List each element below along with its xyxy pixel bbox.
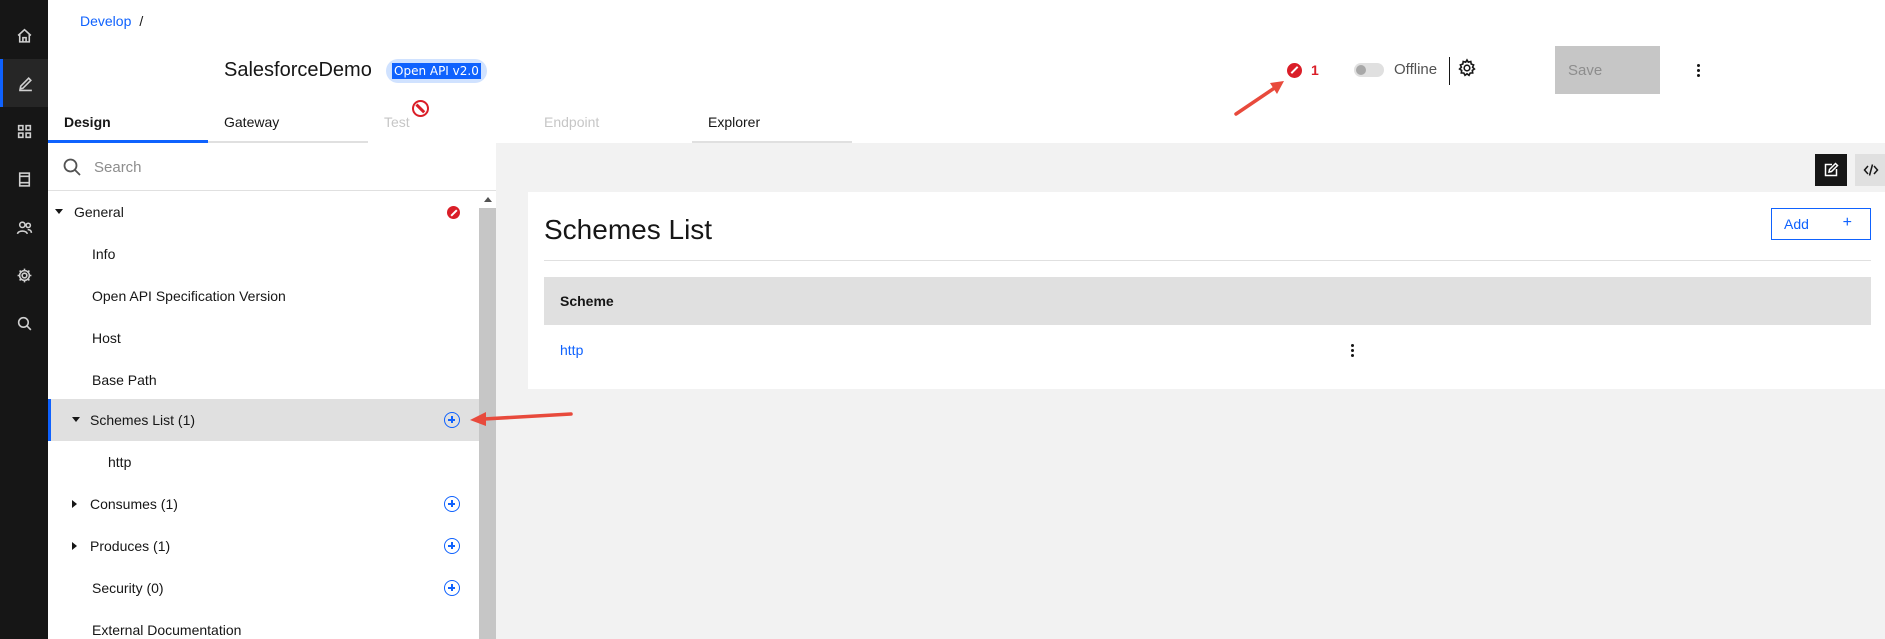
code-view-icon[interactable] bbox=[1855, 154, 1885, 186]
tree-item-label: Consumes (1) bbox=[90, 496, 178, 512]
app-rail bbox=[0, 0, 48, 639]
caret-down-icon[interactable] bbox=[55, 209, 63, 214]
home-icon[interactable] bbox=[0, 11, 48, 59]
tree-item-label: General bbox=[74, 204, 124, 220]
tree-scrollbar[interactable] bbox=[479, 191, 496, 639]
save-button[interactable]: Save bbox=[1555, 46, 1660, 94]
tree-item-openapi-version[interactable]: Open API Specification Version bbox=[48, 275, 479, 317]
breadcrumb: Develop / bbox=[80, 13, 143, 29]
column-header-scheme: Scheme bbox=[560, 293, 614, 309]
table-row: http bbox=[544, 325, 1871, 375]
gear-icon[interactable] bbox=[1457, 58, 1477, 78]
error-icon bbox=[447, 206, 460, 219]
table-header: Scheme bbox=[544, 277, 1871, 325]
header-divider bbox=[1449, 57, 1450, 85]
error-indicator[interactable]: 1 bbox=[1287, 62, 1319, 78]
tree-item-label: Schemes List (1) bbox=[90, 412, 196, 428]
add-scheme-icon[interactable] bbox=[444, 412, 460, 428]
online-toggle[interactable] bbox=[1354, 63, 1384, 77]
users-icon[interactable] bbox=[0, 203, 48, 251]
add-produces-icon[interactable] bbox=[444, 538, 460, 554]
error-icon bbox=[1287, 62, 1302, 78]
apps-grid-icon[interactable] bbox=[0, 107, 48, 155]
tree-item-host[interactable]: Host bbox=[48, 317, 479, 359]
search-input[interactable] bbox=[94, 143, 474, 191]
develop-edit-icon[interactable] bbox=[0, 59, 48, 107]
search-icon[interactable] bbox=[0, 299, 48, 347]
overflow-menu-icon[interactable] bbox=[1690, 60, 1706, 80]
design-tree: General Info Open API Specification Vers… bbox=[48, 191, 479, 639]
error-count: 1 bbox=[1311, 62, 1319, 78]
caret-right-icon[interactable] bbox=[72, 542, 77, 550]
tree-item-produces[interactable]: Produces (1) bbox=[48, 525, 479, 567]
settings-icon[interactable] bbox=[0, 251, 48, 299]
tab-explorer[interactable]: Explorer bbox=[692, 107, 852, 143]
tab-bar: Design Gateway Test Endpoint Explorer bbox=[48, 107, 858, 143]
caret-down-icon[interactable] bbox=[72, 417, 80, 422]
tree-item-label: External Documentation bbox=[92, 622, 242, 638]
tab-gateway[interactable]: Gateway bbox=[208, 107, 368, 143]
row-overflow-icon[interactable] bbox=[1346, 341, 1358, 359]
add-button-label: Add bbox=[1784, 216, 1809, 232]
tree-item-schemes-list[interactable]: Schemes List (1) bbox=[48, 399, 479, 441]
tree-item-info[interactable]: Info bbox=[48, 233, 479, 275]
tree-item-label: http bbox=[108, 454, 132, 470]
tab-test: Test bbox=[384, 114, 410, 130]
scheme-link[interactable]: http bbox=[560, 342, 583, 358]
search-bar bbox=[48, 143, 496, 191]
api-version-tag-label: Open API v2.0 bbox=[392, 63, 481, 79]
tree-item-label: Open API Specification Version bbox=[92, 288, 286, 304]
add-consumes-icon[interactable] bbox=[444, 496, 460, 512]
form-edit-icon[interactable] bbox=[1815, 154, 1847, 186]
tree-item-label: Base Path bbox=[92, 372, 157, 388]
toggle-knob bbox=[1356, 65, 1366, 75]
not-allowed-icon bbox=[412, 100, 429, 117]
caret-right-icon[interactable] bbox=[72, 500, 77, 508]
tree-item-base-path[interactable]: Base Path bbox=[48, 359, 479, 401]
tree-item-label: Info bbox=[92, 246, 116, 262]
tab-design[interactable]: Design bbox=[48, 107, 208, 143]
tree-item-general[interactable]: General bbox=[48, 191, 479, 233]
add-security-icon[interactable] bbox=[444, 580, 460, 596]
tree-item-label: Produces (1) bbox=[90, 538, 171, 554]
tree-item-security[interactable]: Security (0) bbox=[48, 567, 479, 609]
breadcrumb-develop-link[interactable]: Develop bbox=[80, 13, 131, 29]
status-label: Offline bbox=[1394, 61, 1438, 78]
divider bbox=[544, 260, 1871, 261]
search-icon bbox=[63, 158, 81, 176]
section-title: Schemes List bbox=[544, 214, 713, 245]
tab-endpoint: Endpoint bbox=[544, 114, 600, 130]
catalog-icon[interactable] bbox=[0, 155, 48, 203]
tree-item-http[interactable]: http bbox=[48, 441, 479, 483]
plus-icon: + bbox=[1842, 214, 1852, 231]
annotation-arrow-error bbox=[1234, 81, 1284, 116]
breadcrumb-separator: / bbox=[139, 13, 144, 29]
tree-item-consumes[interactable]: Consumes (1) bbox=[48, 483, 479, 525]
page-title: SalesforceDemo bbox=[224, 59, 372, 81]
tree-item-label: Security (0) bbox=[92, 580, 164, 596]
api-version-tag: Open API v2.0 bbox=[386, 59, 487, 83]
scroll-up-icon[interactable] bbox=[479, 191, 496, 208]
tree-item-external-docs[interactable]: External Documentation bbox=[48, 609, 479, 639]
tree-item-label: Host bbox=[92, 330, 121, 346]
add-button[interactable]: Add + bbox=[1771, 208, 1871, 240]
schemes-card: Schemes List Add + Scheme http bbox=[528, 192, 1885, 389]
